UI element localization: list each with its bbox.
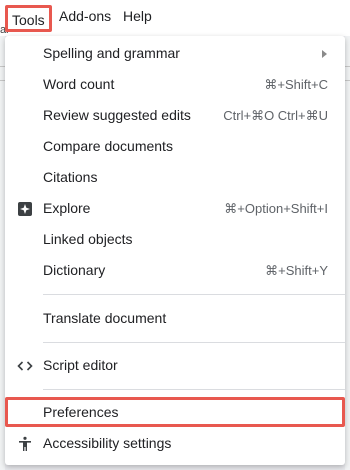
menu-item-citations[interactable]: Citations — [5, 162, 345, 193]
tools-dropdown-menu: Spelling and grammar Word count ⌘+Shift+… — [5, 36, 345, 465]
accessibility-icon — [19, 436, 31, 451]
menu-item-shortcut: ⌘+Shift+C — [264, 77, 328, 92]
menu-item-preferences[interactable]: Preferences — [5, 397, 345, 428]
menu-item-label: Dictionary — [43, 262, 106, 278]
menu-item-label: Linked objects — [43, 231, 133, 247]
menu-tools[interactable]: Tools — [5, 5, 52, 32]
menu-item-accessibility-settings[interactable]: Accessibility settings — [5, 428, 345, 459]
menu-divider — [43, 389, 345, 390]
menu-item-label: Script editor — [43, 357, 118, 373]
document-background-right — [345, 36, 350, 470]
menu-item-script-editor[interactable]: Script editor — [5, 350, 345, 381]
explore-icon — [18, 202, 32, 216]
menu-item-translate-document[interactable]: Translate document — [5, 303, 345, 334]
menu-item-label: Explore — [43, 200, 91, 216]
menu-item-linked-objects[interactable]: Linked objects — [5, 224, 345, 255]
menu-item-word-count[interactable]: Word count ⌘+Shift+C — [5, 69, 345, 100]
menu-item-dictionary[interactable]: Dictionary ⌘+Shift+Y — [5, 255, 345, 286]
menu-item-label: Compare documents — [43, 138, 173, 154]
menu-item-label: Citations — [43, 169, 98, 185]
menu-divider — [43, 294, 345, 295]
menu-help[interactable]: Help — [123, 8, 152, 24]
menu-item-spelling-and-grammar[interactable]: Spelling and grammar — [5, 38, 345, 69]
menu-item-shortcut: ⌘+Option+Shift+I — [224, 201, 328, 216]
menu-bar: al Tools Add-ons Help — [0, 0, 350, 36]
menu-addons[interactable]: Add-ons — [59, 8, 111, 24]
menu-item-shortcut: ⌘+Shift+Y — [265, 263, 328, 278]
menu-item-shortcut: Ctrl+⌘O Ctrl+⌘U — [223, 108, 328, 123]
code-brackets-icon — [17, 361, 33, 371]
menu-item-label: Word count — [43, 76, 115, 92]
menu-item-review-suggested-edits[interactable]: Review suggested edits Ctrl+⌘O Ctrl+⌘U — [5, 100, 345, 131]
menu-item-label: Accessibility settings — [43, 435, 172, 451]
menu-divider — [43, 342, 345, 343]
menu-item-explore[interactable]: Explore ⌘+Option+Shift+I — [5, 193, 345, 224]
submenu-arrow-icon — [322, 50, 327, 58]
menu-item-label: Preferences — [43, 404, 119, 420]
menu-item-label: Review suggested edits — [43, 107, 191, 123]
menu-item-compare-documents[interactable]: Compare documents — [5, 131, 345, 162]
menu-item-label: Translate document — [43, 310, 167, 326]
menu-item-label: Spelling and grammar — [43, 45, 180, 61]
